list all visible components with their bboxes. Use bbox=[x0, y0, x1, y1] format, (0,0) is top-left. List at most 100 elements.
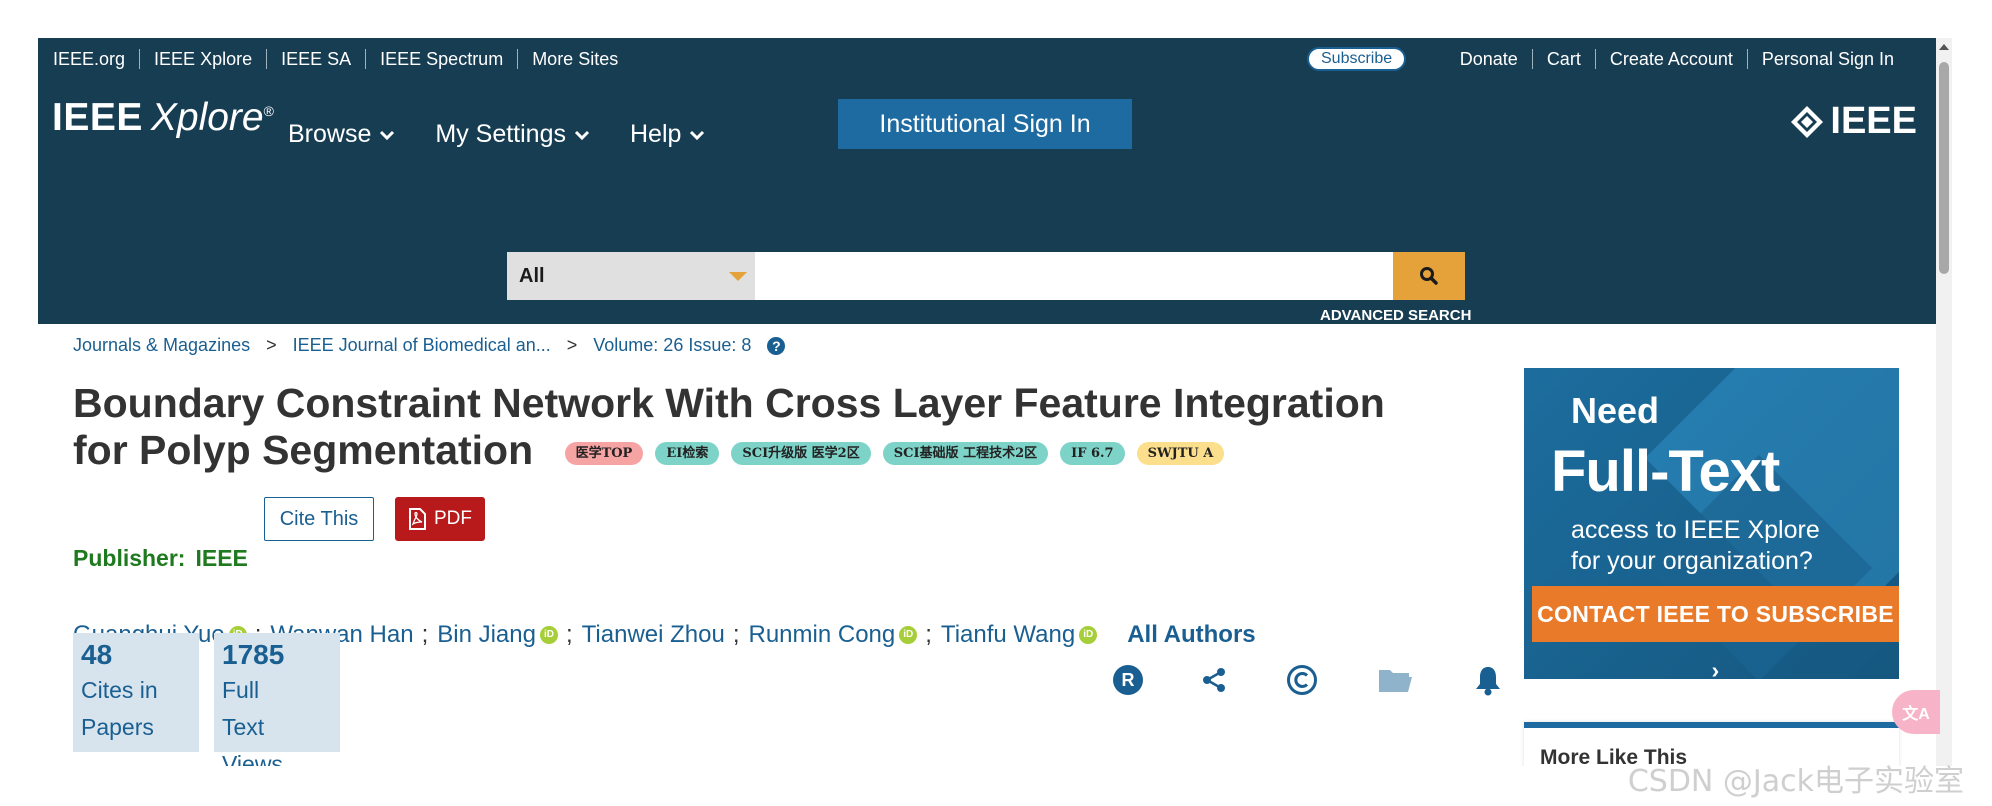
ad-subtext-line: for your organization? bbox=[1571, 547, 1813, 575]
search-scope-value: All bbox=[519, 265, 545, 287]
nav-help-label: Help bbox=[629, 120, 682, 148]
breadcrumb-volume[interactable]: Volume: 26 Issue: 8 bbox=[593, 335, 751, 356]
cite-this-button[interactable]: Cite This bbox=[264, 497, 374, 541]
author-name[interactable]: Bin Jiang bbox=[437, 621, 536, 649]
contact-ieee-subscribe-button[interactable]: CONTACT IEEE TO SUBSCRIBE › bbox=[1532, 586, 1899, 679]
nav-my-settings[interactable]: My Settings bbox=[435, 120, 590, 149]
chevron-down-icon bbox=[574, 130, 590, 140]
link-more-sites[interactable]: More Sites bbox=[517, 49, 632, 69]
badge-swjtu: SWJTU A bbox=[1136, 441, 1225, 465]
chevron-down-icon bbox=[380, 130, 395, 140]
utility-links-right: Donate Cart Create Account Personal Sign… bbox=[1446, 38, 1908, 80]
nav-my-settings-label: My Settings bbox=[435, 120, 566, 148]
badge-medicine-top: 医学TOP bbox=[564, 441, 644, 465]
dropdown-caret-icon bbox=[729, 272, 747, 281]
metric-label-line: Cites in bbox=[81, 677, 158, 703]
site-header: IEEE Xplore® Browse My Settings Help Inst… bbox=[38, 80, 1936, 324]
author-name[interactable]: Runmin Cong bbox=[749, 621, 896, 649]
metric-value: 48 bbox=[81, 639, 113, 670]
badge-ei: EI检索 bbox=[655, 441, 720, 465]
orcid-icon[interactable]: iD bbox=[899, 626, 918, 644]
ad-subtext-line: access to IEEE Xplore bbox=[1571, 516, 1820, 544]
nav-browse-label: Browse bbox=[288, 120, 372, 148]
ad-subtext: access to IEEE Xplore for your organizat… bbox=[1571, 515, 1820, 577]
logo-registered-mark: ® bbox=[263, 103, 274, 119]
copyright-icon[interactable] bbox=[1282, 660, 1322, 700]
logo-ieee-text: IEEE bbox=[52, 96, 143, 139]
pdf-button[interactable]: PDF bbox=[395, 497, 485, 541]
utility-bar: IEEE.org IEEE Xplore IEEE SA IEEE Spectr… bbox=[38, 38, 1936, 80]
ad-headline-full-text: Full-Text bbox=[1551, 439, 1780, 504]
link-ieee-sa[interactable]: IEEE SA bbox=[266, 49, 365, 69]
author-separator: ; bbox=[925, 621, 932, 648]
translate-icon[interactable]: 文A bbox=[1892, 690, 1940, 734]
ieee-logo[interactable]: IEEE bbox=[1790, 100, 1917, 143]
metric-label-line: Views bbox=[222, 751, 283, 766]
folder-icon[interactable] bbox=[1375, 660, 1415, 700]
subscribe-ad-panel[interactable]: Need Full-Text access to IEEE Xplore for… bbox=[1524, 368, 1899, 679]
link-cart[interactable]: Cart bbox=[1531, 49, 1595, 69]
author-separator: ; bbox=[732, 621, 740, 648]
pdf-button-label: PDF bbox=[434, 508, 472, 529]
alert-bell-icon[interactable] bbox=[1468, 660, 1508, 700]
badge-impact-factor: IF 6.7 bbox=[1060, 441, 1125, 465]
watermark: CSDN @Jack电子实验室 bbox=[1627, 764, 1964, 799]
scroll-up-arrow-icon[interactable] bbox=[1939, 44, 1949, 50]
publisher-label: Publisher: bbox=[73, 545, 186, 571]
search-icon bbox=[1420, 267, 1438, 285]
nav-help[interactable]: Help bbox=[630, 120, 705, 149]
link-create-account[interactable]: Create Account bbox=[1594, 49, 1747, 69]
link-personal-sign-in[interactable]: Personal Sign In bbox=[1746, 49, 1908, 69]
breadcrumb-journals[interactable]: Journals & Magazines bbox=[73, 335, 250, 356]
link-donate[interactable]: Donate bbox=[1446, 49, 1532, 69]
ad-headline-need: Need bbox=[1571, 390, 1660, 431]
all-authors-link[interactable]: All Authors bbox=[1127, 621, 1255, 649]
title-line-1: Boundary Constraint Network With Cross L… bbox=[73, 380, 1385, 426]
author-separator: ; bbox=[565, 621, 573, 648]
orcid-icon[interactable]: iD bbox=[1079, 626, 1098, 644]
search-button[interactable] bbox=[1393, 252, 1465, 300]
nav-browse[interactable]: Browse bbox=[288, 120, 395, 149]
advanced-search-link[interactable]: ADVANCED SEARCH bbox=[1320, 307, 1471, 324]
title-line-2: for Polyp Segmentation bbox=[73, 427, 534, 473]
breadcrumb-separator: > bbox=[266, 335, 277, 355]
breadcrumb: Journals & Magazines > IEEE Journal of B… bbox=[73, 335, 786, 356]
publisher-name[interactable]: IEEE bbox=[195, 545, 247, 571]
ieee-xplore-logo[interactable]: IEEE Xplore® bbox=[52, 96, 274, 140]
publisher-info: Publisher: IEEE bbox=[73, 545, 248, 572]
logo-xplore-text: Xplore bbox=[150, 96, 264, 139]
metric-label-line: Full bbox=[222, 677, 260, 703]
chevron-down-icon bbox=[690, 130, 705, 140]
help-question-icon[interactable]: ? bbox=[767, 336, 786, 355]
scrollbar-thumb[interactable] bbox=[1939, 62, 1949, 274]
link-ieee-org[interactable]: IEEE.org bbox=[38, 49, 139, 69]
metric-label: Cites in Papers bbox=[81, 672, 191, 746]
search-scope-select[interactable]: All bbox=[507, 252, 755, 300]
metric-label-line: Papers bbox=[81, 714, 154, 740]
share-icon[interactable] bbox=[1194, 660, 1234, 700]
link-ieee-spectrum[interactable]: IEEE Spectrum bbox=[365, 49, 517, 69]
main-nav: Browse My Settings Help bbox=[288, 120, 745, 149]
search-input[interactable] bbox=[755, 252, 1393, 300]
badge-sci-upgrade: SCI升级版 医学2区 bbox=[731, 441, 871, 465]
author-name[interactable]: Tianfu Wang bbox=[941, 621, 1075, 649]
breadcrumb-journal[interactable]: IEEE Journal of Biomedical an... bbox=[293, 335, 551, 356]
page-title: Boundary Constraint Network With Cross L… bbox=[73, 380, 1453, 474]
pdf-file-icon bbox=[409, 508, 426, 530]
author-name[interactable]: Tianwei Zhou bbox=[582, 621, 725, 649]
link-ieee-xplore[interactable]: IEEE Xplore bbox=[139, 49, 266, 69]
article-actions: R bbox=[1088, 660, 1538, 700]
author-separator: ; bbox=[421, 621, 429, 648]
badge-sci-basic: SCI基础版 工程技术2区 bbox=[882, 441, 1049, 465]
utility-links-left: IEEE.org IEEE Xplore IEEE SA IEEE Spectr… bbox=[38, 38, 632, 80]
institutional-sign-in-button[interactable]: Institutional Sign In bbox=[838, 99, 1132, 149]
metric-label: Full Text Views bbox=[222, 672, 283, 766]
browser-viewport: IEEE.org IEEE Xplore IEEE SA IEEE Spectr… bbox=[38, 38, 1936, 766]
ieee-logo-text: IEEE bbox=[1830, 100, 1917, 142]
subscribe-button[interactable]: Subscribe bbox=[1307, 47, 1407, 71]
vertical-scrollbar[interactable] bbox=[1936, 38, 1952, 766]
metric-full-text-views[interactable]: 1785 Full Text Views bbox=[214, 633, 340, 766]
rights-icon[interactable]: R bbox=[1108, 660, 1148, 700]
orcid-icon[interactable]: iD bbox=[539, 626, 558, 644]
metric-cites-in-papers[interactable]: 48 Cites in Papers bbox=[73, 633, 199, 752]
